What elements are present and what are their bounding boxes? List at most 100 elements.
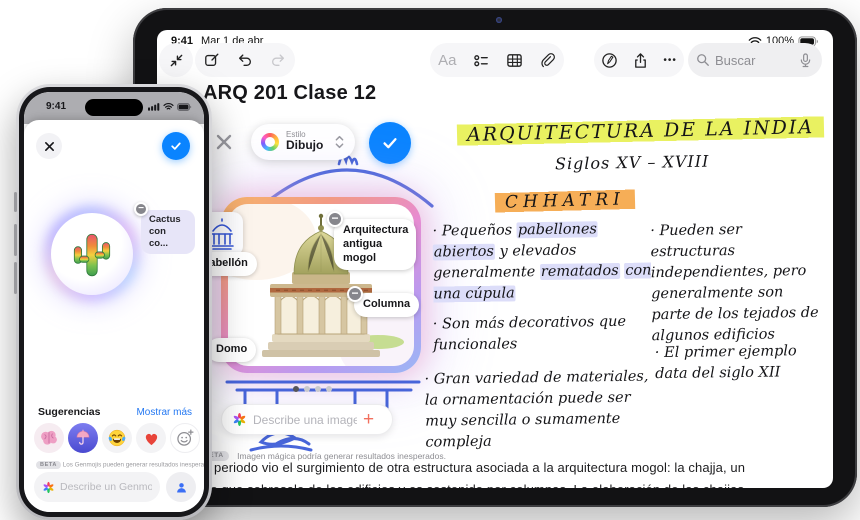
page-dot[interactable] xyxy=(304,386,310,392)
note-text-highlight: pabellones xyxy=(517,221,598,238)
search-field[interactable] xyxy=(688,43,822,77)
page-dot[interactable] xyxy=(326,386,332,392)
format-toolbar-group: Aa xyxy=(430,43,564,77)
search-icon xyxy=(696,53,710,67)
checklist-button[interactable] xyxy=(473,52,490,69)
accept-genmoji-button[interactable] xyxy=(162,132,190,160)
clock: 9:41 xyxy=(46,101,66,112)
umbrella-emoji-icon xyxy=(74,429,92,447)
handwritten-note: · Pequeños pabellones abiertos y elevado… xyxy=(432,218,655,305)
genmoji-preview[interactable] xyxy=(36,198,148,310)
share-icon xyxy=(632,52,649,69)
close-icon xyxy=(213,131,235,153)
close-sheet-button[interactable] xyxy=(36,133,62,159)
style-rainbow-icon xyxy=(261,133,279,151)
image-label-arquitectura[interactable]: Arquitectura antigua mogol xyxy=(334,219,416,270)
style-picker[interactable]: Estilo Dibujo xyxy=(251,124,355,160)
beta-badge: BETA xyxy=(36,461,61,469)
more-button[interactable]: ••• xyxy=(663,55,677,66)
image-label-domo[interactable]: Domo xyxy=(207,338,256,362)
genmoji-prompt-input[interactable] xyxy=(60,481,152,493)
paperclip-icon xyxy=(539,52,556,69)
image-prompt-input[interactable] xyxy=(253,413,357,427)
genmoji-sparkle-icon xyxy=(42,481,55,494)
volume-down-button xyxy=(14,262,17,294)
edit-toolbar-group xyxy=(195,43,295,77)
image-label-columna[interactable]: Columna xyxy=(354,293,419,317)
note-title: ARQ 201 Clase 12 xyxy=(203,82,376,105)
volume-up-button xyxy=(14,224,17,256)
close-icon xyxy=(44,141,55,152)
suggestions-title: Sugerencias xyxy=(38,406,100,418)
suggestion-row xyxy=(34,423,200,453)
beta-text: Los Genmojis pueden generar resultados i… xyxy=(63,462,204,469)
table-icon xyxy=(506,52,523,69)
note-text-highlight: abiertos xyxy=(433,244,495,261)
image-prompt-field[interactable]: + xyxy=(221,404,393,435)
handwritten-note: · El primer ejemplo data del siglo XII xyxy=(655,341,826,385)
ipad-screen: 9:41 Mar 1 de abr 100% Aa ••• xyxy=(157,30,833,488)
remove-label-button[interactable]: − xyxy=(347,286,363,302)
suggestion-umbrella[interactable] xyxy=(68,423,98,453)
iphone-device: 9:41 xyxy=(16,84,212,520)
check-icon xyxy=(169,139,183,153)
compose-button[interactable] xyxy=(204,52,220,68)
image-wand-sparkle-icon xyxy=(232,412,247,427)
person-icon xyxy=(174,480,189,495)
page-dots[interactable] xyxy=(293,379,337,397)
search-input[interactable] xyxy=(715,53,799,68)
person-genmoji-button[interactable] xyxy=(166,472,196,502)
heart-emoji-icon xyxy=(142,429,161,447)
genmoji-prompt-field[interactable] xyxy=(34,472,160,502)
note-paragraph-line: do que sobresale de los edificios y es s… xyxy=(203,482,813,488)
style-picker-value: Dibujo xyxy=(286,139,323,152)
handwritten-note: · Pueden ser estructuras independientes,… xyxy=(650,219,828,348)
signal-icon xyxy=(148,102,160,111)
chevron-up-down-icon xyxy=(334,134,345,150)
undo-icon xyxy=(237,52,253,68)
battery-icon xyxy=(177,103,192,111)
genmoji-label[interactable]: Cactus con co... xyxy=(141,210,195,254)
suggestion-heart[interactable] xyxy=(136,423,166,453)
brain-emoji-icon xyxy=(39,429,59,447)
compose-icon xyxy=(204,52,220,68)
handwritten-section-heading: CHHATRI xyxy=(495,188,635,214)
dismiss-image-button[interactable] xyxy=(213,131,235,153)
dynamic-island xyxy=(85,99,143,116)
genmoji-canvas xyxy=(51,213,133,295)
show-more-link[interactable]: Mostrar más xyxy=(136,407,192,418)
undo-button[interactable] xyxy=(237,52,253,68)
handwritten-note: · Son más decorativos que funcionales xyxy=(433,312,644,357)
wifi-icon xyxy=(163,102,174,111)
action-button xyxy=(14,192,17,212)
checklist-icon xyxy=(473,52,490,69)
iphone-screen: 9:41 xyxy=(24,92,204,512)
share-button[interactable] xyxy=(632,52,649,69)
handwritten-title: ARQUITECTURA DE LA INDIA xyxy=(457,115,825,147)
add-emoji-icon xyxy=(175,428,195,448)
mic-icon[interactable] xyxy=(799,53,812,68)
redo-icon xyxy=(270,52,286,68)
note-paragraph-line: e periodo vio el surgimiento de otra est… xyxy=(203,460,813,475)
text-format-button[interactable]: Aa xyxy=(438,52,456,69)
page-dot[interactable] xyxy=(293,386,299,392)
suggestion-brain[interactable] xyxy=(34,423,64,453)
redo-button[interactable] xyxy=(270,52,286,68)
add-image-button[interactable]: + xyxy=(363,410,374,429)
table-button[interactable] xyxy=(506,52,523,69)
remove-genmoji-label-button[interactable]: − xyxy=(134,202,148,216)
add-emoji-button[interactable] xyxy=(170,423,200,453)
laughing-emoji-icon xyxy=(107,428,127,448)
genmoji-beta-notice: BETA Los Genmojis pueden generar resulta… xyxy=(36,461,204,469)
attachment-button[interactable] xyxy=(539,52,556,69)
rainbow-cactus-genmoji xyxy=(71,228,113,280)
accept-image-button[interactable] xyxy=(369,122,411,164)
phone-status-icons xyxy=(148,102,192,111)
handwritten-subtitle: Siglos XV – XVIII xyxy=(555,152,710,174)
page-dot[interactable] xyxy=(315,386,321,392)
markup-button[interactable] xyxy=(601,52,618,69)
collapse-toolbar-button[interactable] xyxy=(159,43,193,77)
collapse-icon xyxy=(169,53,184,68)
suggestion-laughing[interactable] xyxy=(102,423,132,453)
remove-label-button[interactable]: − xyxy=(327,211,343,227)
